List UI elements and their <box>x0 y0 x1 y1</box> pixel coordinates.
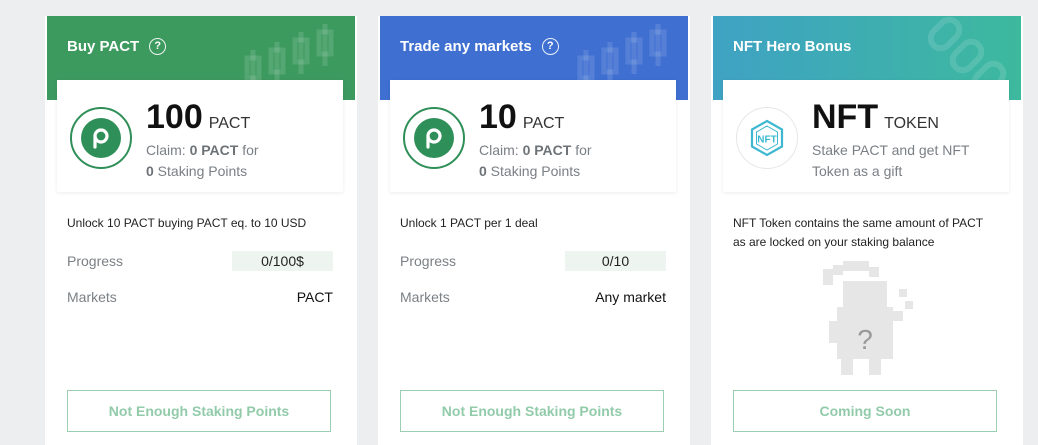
description-line-1: NFT Token contains the same amount of PA… <box>733 216 984 230</box>
claim-prefix: Claim: <box>146 142 190 158</box>
nft-info-line-2: Token as a gift <box>812 163 903 179</box>
claim-info: Claim: 0 PACT for 0 Staking Points <box>146 140 259 182</box>
claim-value: 0 PACT <box>189 142 239 158</box>
card-title: Trade any markets ? <box>400 38 559 55</box>
claim-prefix: Claim: <box>479 142 523 158</box>
card-title: Buy PACT ? <box>67 38 167 55</box>
progress-value: 0/100$ <box>232 251 333 271</box>
reward-amount-value: NFT <box>812 98 879 136</box>
reward-panel: 10 PACT Claim: 0 PACT for 0 Staking Poin… <box>390 80 676 192</box>
progress-label: Progress <box>400 253 457 269</box>
mystery-nft-hero-icon: ? <box>823 261 913 375</box>
mystery-question-mark: ? <box>857 324 873 355</box>
claim-info: Claim: 0 PACT for 0 Staking Points <box>479 140 592 182</box>
card-title-text: Buy PACT <box>67 38 140 55</box>
markets-label: Markets <box>400 289 450 305</box>
nft-info-line-1: Stake PACT and get NFT <box>812 142 970 158</box>
reward-amount-unit: PACT <box>522 115 565 132</box>
reward-amount-value: 100 <box>146 98 203 136</box>
reward-amount: 10 PACT <box>479 100 564 134</box>
coming-soon-button[interactable]: Coming Soon <box>733 390 997 432</box>
markets-value: Any market <box>595 289 666 305</box>
progress-value: 0/10 <box>565 251 666 271</box>
markets-value: PACT <box>296 289 333 305</box>
staking-points-value: 0 <box>479 163 487 179</box>
trade-markets-card: Trade any markets ? 10 PACT Claim: 0 PAC… <box>378 16 690 445</box>
reward-amount: NFT TOKEN <box>812 100 939 134</box>
reward-amount-unit: PACT <box>208 115 251 132</box>
nft-logo-icon: NFT <box>736 107 798 169</box>
staking-points-label: Staking Points <box>153 163 248 179</box>
not-enough-staking-points-button[interactable]: Not Enough Staking Points <box>67 390 331 432</box>
nft-info: Stake PACT and get NFT Token as a gift <box>812 140 969 182</box>
progress-row: Progress 0/100$ <box>67 251 333 271</box>
progress-row: Progress 0/10 <box>400 251 666 271</box>
description-line-2: as are locked on your staking balance <box>733 235 935 249</box>
svg-text:NFT: NFT <box>757 135 776 146</box>
card-title-text: NFT Hero Bonus <box>733 38 852 55</box>
reward-amount-value: 10 <box>479 98 517 136</box>
card-description: Unlock 1 PACT per 1 deal <box>400 216 538 230</box>
reward-amount-unit: TOKEN <box>884 115 939 132</box>
question-circle-icon[interactable]: ? <box>149 38 167 55</box>
staking-points-label: Staking Points <box>486 163 581 179</box>
card-description: NFT Token contains the same amount of PA… <box>733 214 983 252</box>
markets-label: Markets <box>67 289 117 305</box>
markets-row: Markets Any market <box>400 287 666 307</box>
reward-panel: 100 PACT Claim: 0 PACT for 0 Staking Poi… <box>57 80 343 192</box>
claim-value: 0 PACT <box>522 142 572 158</box>
card-description: Unlock 10 PACT buying PACT eq. to 10 USD <box>67 216 307 230</box>
markets-row: Markets PACT <box>67 287 333 307</box>
buy-pact-card: Buy PACT ? 100 PACT Claim: 0 PACT for 0 … <box>45 16 357 445</box>
not-enough-staking-points-button[interactable]: Not Enough Staking Points <box>400 390 664 432</box>
card-title: NFT Hero Bonus <box>733 38 851 55</box>
card-title-text: Trade any markets <box>400 38 532 55</box>
claim-suffix: for <box>238 142 259 158</box>
reward-panel: NFT NFT TOKEN Stake PACT and get NFT Tok… <box>723 80 1009 192</box>
pact-logo-icon <box>403 107 465 169</box>
claim-suffix: for <box>571 142 592 158</box>
staking-points-value: 0 <box>146 163 154 179</box>
pact-logo-icon <box>70 107 132 169</box>
question-circle-icon[interactable]: ? <box>541 38 559 55</box>
nft-hero-bonus-card: NFT Hero Bonus NFT NFT TOKEN Stake PACT … <box>711 16 1023 445</box>
progress-label: Progress <box>67 253 124 269</box>
reward-amount: 100 PACT <box>146 100 250 134</box>
